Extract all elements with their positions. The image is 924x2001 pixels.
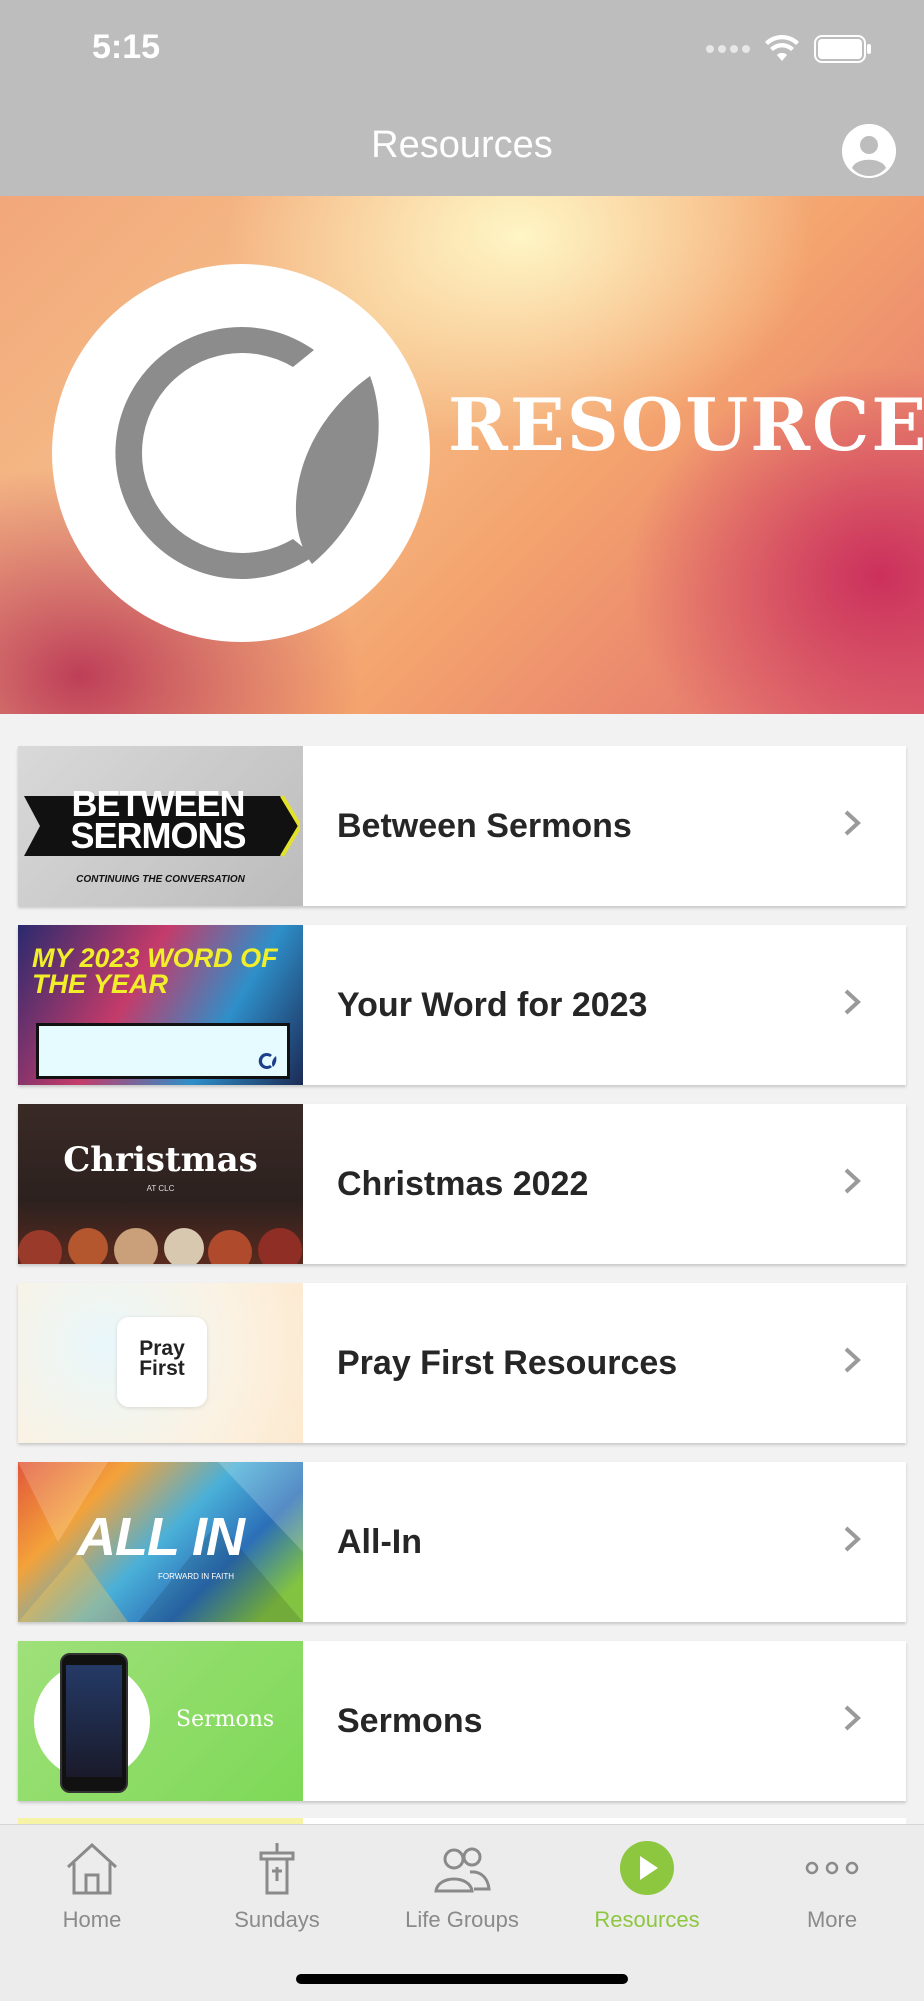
ornaments-graphic [18,1228,302,1264]
chevron-right-icon [844,1705,861,1731]
dots-icon [805,1861,859,1875]
tab-life-groups[interactable]: Life Groups [370,1839,554,1949]
thumb-title: Christmas [63,1140,258,1180]
list-item-between-sermons[interactable]: BETWEEN SERMONS CONTINUING THE CONVERSAT… [18,746,906,906]
hero-banner: RESOURCES [0,196,924,714]
phone-graphic-icon [60,1653,128,1793]
sermons-thumbnail: Sermons [18,1641,303,1801]
list-item-label: Between Sermons [337,806,632,845]
thumb-subtitle: FORWARD IN FAITH [158,1572,234,1581]
chevron-right-icon [844,1526,861,1552]
tab-label: Life Groups [405,1907,519,1932]
tab-label: Resources [594,1907,700,1932]
resource-list: BETWEEN SERMONS CONTINUING THE CONVERSAT… [18,746,906,1820]
house-icon [66,1842,118,1895]
list-item-label: All-In [337,1522,422,1561]
thumb-title: ALL IN [77,1507,245,1567]
list-item-all-in[interactable]: ALL IN FORWARD IN FAITH All-In [18,1462,906,1622]
wifi-icon [765,35,799,61]
christmas-thumbnail: Christmas AT CLC [18,1104,303,1264]
list-item-label: Pray First Resources [337,1343,678,1382]
chevron-right-icon [844,1347,861,1373]
tab-label: Sundays [234,1907,320,1932]
list-item-christmas-2022[interactable]: Christmas AT CLC Christmas 2022 [18,1104,906,1264]
tab-label: More [806,1907,858,1932]
word-2023-thumbnail: MY 2023 WORD OF THE YEAR [18,925,303,1085]
thumb-title: MY 2023 WORD OF THE YEAR [32,943,278,999]
tab-more[interactable]: More [740,1839,924,1949]
top-bar: 5:15 Resources [0,0,924,196]
all-in-thumbnail: ALL IN FORWARD IN FAITH [18,1462,303,1622]
list-item-label: Christmas 2022 [337,1164,589,1203]
thumb-title: BETWEEN SERMONS [70,783,246,856]
profile-button[interactable] [842,124,896,178]
signal-icon [706,45,750,53]
thumb-title-line1: Pray [139,1337,185,1360]
status-time: 5:15 [92,28,161,66]
thumb-title: Sermons [176,1707,275,1732]
between-sermons-thumbnail: BETWEEN SERMONS CONTINUING THE CONVERSAT… [18,746,303,906]
tab-home[interactable]: Home [0,1839,184,1949]
play-icon [620,1841,674,1895]
chevron-right-icon [844,989,861,1015]
chevron-right-icon [844,1168,861,1194]
list-item-sermons[interactable]: Sermons Sermons [18,1641,906,1801]
list-item-label: Your Word for 2023 [337,985,648,1024]
user-icon [842,124,896,178]
status-icons [706,32,872,66]
thumb-input-box [36,1023,290,1079]
pulpit-icon [259,1843,295,1895]
church-logo-icon [258,1053,277,1069]
church-logo-icon [52,264,430,642]
pray-first-thumbnail: Pray First [18,1283,303,1443]
home-indicator [296,1974,628,1984]
thumb-title-line2: First [139,1357,185,1380]
tab-label: Home [62,1907,122,1932]
list-item-label: Sermons [337,1701,483,1740]
list-item-pray-first[interactable]: Pray First Pray First Resources [18,1283,906,1443]
thumb-subtitle: AT CLC [146,1184,175,1193]
thumb-subtitle: CONTINUING THE CONVERSATION [76,874,245,885]
hero-title: RESOURCES [448,382,924,467]
battery-icon [814,35,871,63]
tab-resources[interactable]: Resources [555,1839,739,1949]
people-icon [434,1847,491,1893]
page-title: Resources [371,124,553,166]
pray-first-badge: Pray First [117,1317,207,1407]
list-item-word-2023[interactable]: MY 2023 WORD OF THE YEAR Your Word for 2… [18,925,906,1085]
tab-sundays[interactable]: Sundays [185,1839,369,1949]
chevron-right-icon [844,810,861,836]
